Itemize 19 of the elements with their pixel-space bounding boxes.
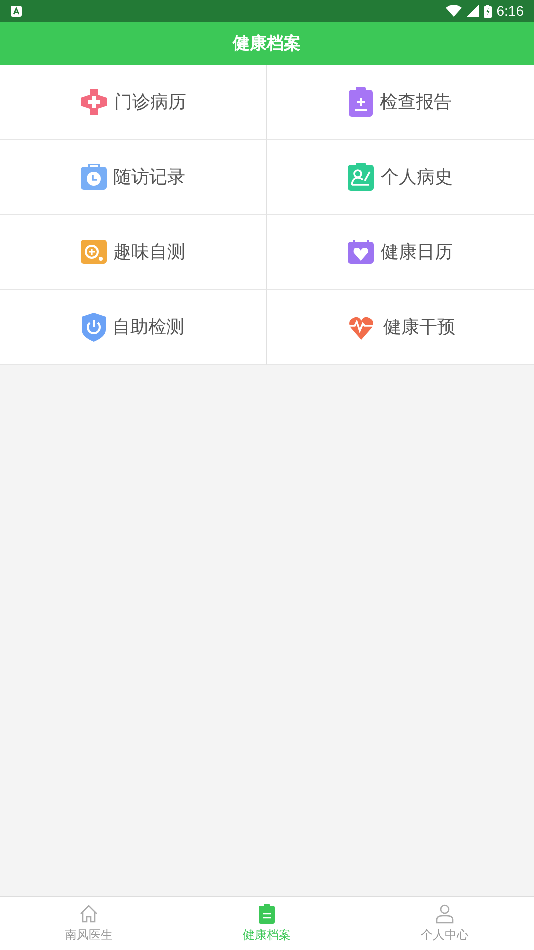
battery-icon [484, 4, 492, 18]
shield-power-icon [82, 312, 106, 342]
search-plus-icon [80, 240, 106, 264]
menu-item[interactable]: 门诊病历 [0, 65, 267, 140]
wifi-icon [446, 5, 462, 17]
user-icon [435, 904, 455, 924]
clipboard-plus-icon [349, 87, 373, 117]
page-title: 健康档案 [233, 33, 301, 55]
menu-item[interactable]: 自助检测 [0, 290, 267, 365]
clock-time: 6:16 [496, 3, 524, 19]
medical-cross-icon [80, 88, 108, 116]
app-notification-icon [11, 6, 22, 16]
person-clipboard-icon [348, 163, 374, 191]
home-icon [79, 904, 99, 924]
clock-clipboard-icon [80, 164, 106, 190]
menu-item[interactable]: 趣味自测 [0, 215, 267, 290]
clipboard-icon [259, 904, 275, 924]
menu-item[interactable]: 随访记录 [0, 140, 267, 215]
signal-icon [466, 5, 479, 17]
